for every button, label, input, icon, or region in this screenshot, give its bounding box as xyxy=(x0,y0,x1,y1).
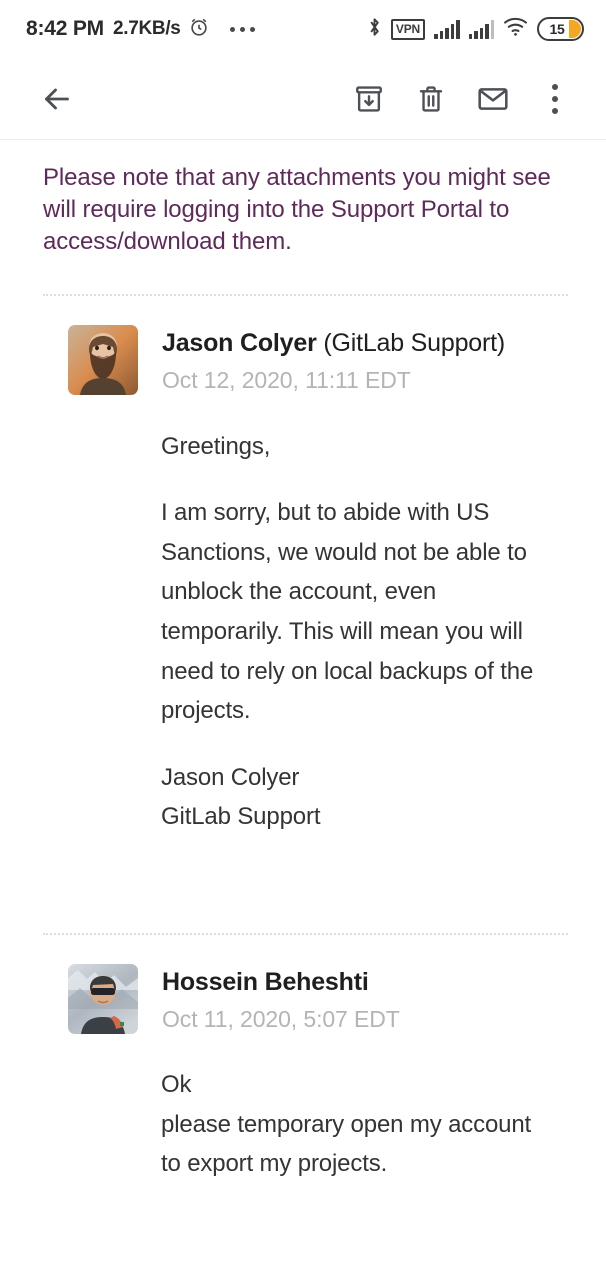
more-options-button[interactable] xyxy=(524,68,586,130)
avatar-jason-colyer[interactable] xyxy=(68,325,138,396)
envelope-icon xyxy=(476,82,510,116)
avatar-hossein-beheshti[interactable] xyxy=(68,964,138,1034)
alarm-clock-icon xyxy=(188,16,210,43)
signal-bars-icon-sim1 xyxy=(434,19,460,39)
delete-button[interactable] xyxy=(400,68,462,130)
message-header: Jason Colyer (GitLab Support) Oct 12, 20… xyxy=(0,296,586,396)
message-sender: Hossein Beheshti xyxy=(162,966,400,998)
email-thread-content: Please note that any attachments you mig… xyxy=(0,140,606,1280)
message-meta: Hossein Beheshti Oct 11, 2020, 5:07 EDT xyxy=(162,964,400,1035)
message-meta: Jason Colyer (GitLab Support) Oct 12, 20… xyxy=(162,325,505,396)
archive-icon xyxy=(353,83,385,115)
mark-unread-button[interactable] xyxy=(462,68,524,130)
message-divider xyxy=(43,294,568,297)
status-network-rate: 2.7KB/s xyxy=(112,18,181,39)
message-paragraph: Greetings, xyxy=(161,432,271,460)
message-header: Hossein Beheshti Oct 11, 2020, 5:07 EDT xyxy=(0,935,586,1035)
message-date: Oct 12, 2020, 11:11 EDT xyxy=(162,367,411,394)
status-bar-left: 8:42 PM 2.7KB/s xyxy=(26,16,255,43)
back-button[interactable] xyxy=(26,68,88,130)
message-item[interactable]: Jason Colyer (GitLab Support) Oct 12, 20… xyxy=(0,296,606,897)
signal-bars-icon-sim2 xyxy=(468,19,494,39)
trash-icon xyxy=(415,83,447,115)
message-sender-org: (GitLab Support) xyxy=(316,329,505,358)
email-toolbar xyxy=(0,58,606,140)
wifi-icon xyxy=(503,17,528,42)
status-bar: 8:42 PM 2.7KB/s VPN 15 xyxy=(0,0,606,58)
message-date: Oct 11, 2020, 5:07 EDT xyxy=(162,1006,400,1032)
message-paragraph: Ok please temporary open my account to e… xyxy=(161,1071,532,1178)
more-options-icon xyxy=(552,83,558,114)
message-signature: Jason Colyer GitLab Support xyxy=(161,763,321,831)
status-time: 8:42 PM xyxy=(26,17,104,40)
vpn-badge: VPN xyxy=(390,18,425,40)
status-bar-right: VPN 15 xyxy=(367,16,584,43)
message-sender: Jason Colyer (GitLab Support) xyxy=(162,327,505,359)
battery-level: 15 xyxy=(549,21,565,37)
notification-overflow-icon xyxy=(229,26,255,32)
message-body: Greetings, I am sorry, but to abide with… xyxy=(0,397,586,837)
message-divider xyxy=(43,933,568,935)
battery-indicator: 15 xyxy=(537,17,584,41)
message-sender-name: Jason Colyer xyxy=(162,329,317,358)
attachment-note: Please note that any attachments you mig… xyxy=(43,164,551,256)
message-paragraph: I am sorry, but to abide with US Sanctio… xyxy=(161,499,534,725)
message-body: Ok please temporary open my account to e… xyxy=(0,1035,586,1184)
message-sender-name: Hossein Beheshti xyxy=(162,968,369,996)
email-thread-screen: 8:42 PM 2.7KB/s VPN 15 Please note that … xyxy=(0,0,606,1280)
back-arrow-icon xyxy=(39,81,75,117)
bluetooth-icon xyxy=(367,16,382,43)
archive-button[interactable] xyxy=(338,68,400,130)
message-item[interactable]: Hossein Beheshti Oct 11, 2020, 5:07 EDT … xyxy=(0,935,606,1244)
